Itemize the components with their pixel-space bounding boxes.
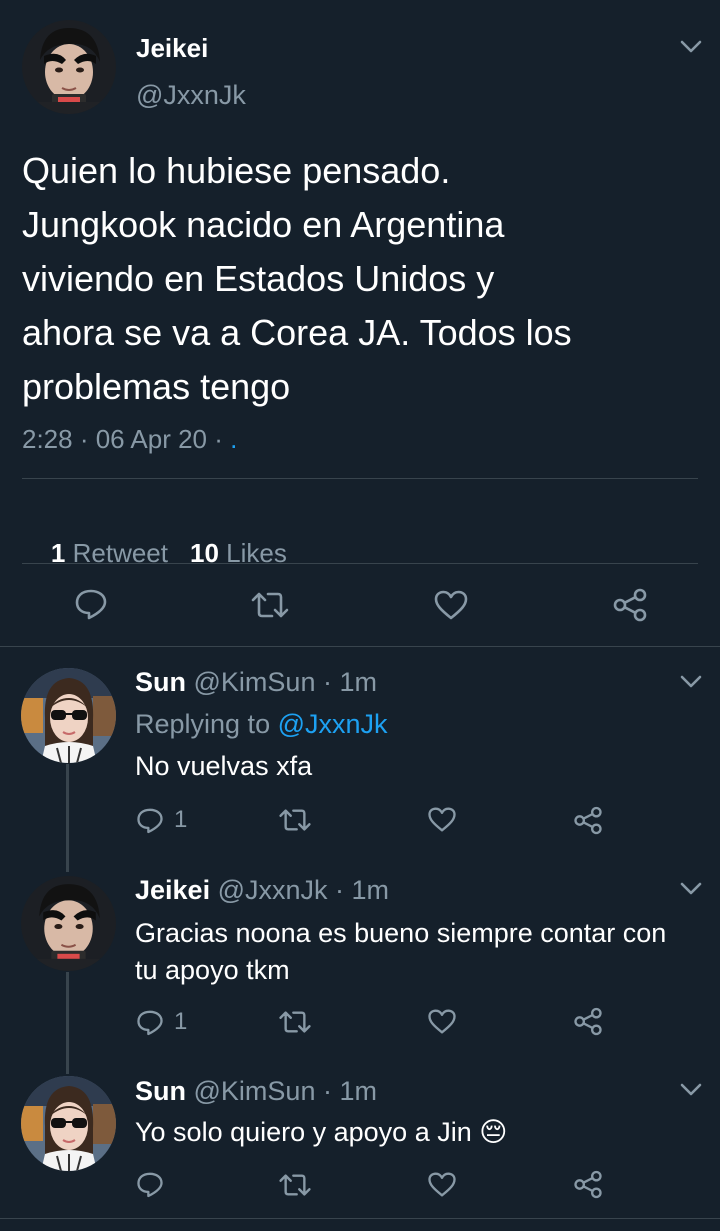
divider (0, 646, 720, 647)
reply-author-handle[interactable]: @KimSun (194, 1076, 316, 1106)
share-icon[interactable] (573, 806, 603, 835)
avatar[interactable] (21, 668, 116, 763)
divider (22, 563, 698, 564)
reply-author-name[interactable]: Jeikei (135, 875, 210, 905)
chevron-down-icon[interactable] (680, 1083, 702, 1097)
reply-text: Yo solo quiero y apoyo a Jin 😔 (135, 1117, 507, 1148)
engagement-stats: 1 Retweet 10 Likes (22, 507, 287, 600)
tweet-line: ahora se va a Corea JA. Todos los (22, 312, 572, 353)
source-link[interactable]: . (230, 424, 237, 454)
author-handle[interactable]: @JxxnJk (136, 80, 246, 111)
author-name[interactable]: Jeikei (136, 33, 208, 64)
retweet-icon[interactable] (250, 591, 290, 619)
chevron-down-icon[interactable] (680, 882, 702, 896)
reply-count: 1 (174, 806, 188, 833)
divider (22, 478, 698, 479)
reply-icon[interactable] (74, 588, 108, 620)
avatar[interactable] (21, 1076, 116, 1171)
reply-author-name[interactable]: Sun (135, 1076, 186, 1106)
like-icon[interactable] (433, 589, 469, 621)
time-text: 2:28 · 06 Apr 20 · (22, 424, 231, 454)
share-icon[interactable] (573, 1170, 603, 1199)
reply-header: Sun @KimSun · 1m (135, 667, 377, 698)
reply-time: · 1m (327, 875, 390, 905)
reply-time: · 1m (315, 667, 377, 697)
share-icon[interactable] (573, 1007, 603, 1036)
replying-label: Replying to (135, 709, 278, 739)
tweet-line: Jungkook nacido en Argentina (22, 204, 505, 245)
divider (0, 1218, 720, 1219)
thread-line (66, 764, 69, 872)
tweet-line: Quien lo hubiese pensado. (22, 150, 451, 191)
like-icon[interactable] (427, 1171, 457, 1198)
chevron-down-icon[interactable] (680, 40, 702, 54)
chevron-down-icon[interactable] (680, 675, 702, 689)
replying-handle[interactable]: @JxxnJk (278, 709, 388, 739)
tweet-text: Quien lo hubiese pensado. Jungkook nacid… (22, 144, 572, 414)
tweet-line: problemas tengo (22, 366, 291, 407)
replying-to: Replying to @JxxnJk (135, 709, 388, 740)
retweet-icon[interactable] (278, 808, 312, 832)
retweet-icon[interactable] (278, 1010, 312, 1034)
like-icon[interactable] (427, 1008, 457, 1035)
tweet-line: viviendo en Estados Unidos y (22, 258, 495, 299)
reply-text: Gracias noona es bueno siempre contar co… (135, 915, 666, 989)
reply-icon[interactable]: 1 (136, 1008, 187, 1036)
like-icon[interactable] (427, 806, 457, 833)
avatar[interactable] (21, 876, 116, 971)
thread-line (66, 972, 69, 1074)
reply-author-handle[interactable]: @KimSun (194, 667, 316, 697)
retweet-icon[interactable] (278, 1173, 312, 1197)
reply-icon[interactable]: 1 (136, 806, 187, 834)
reply-text-line: tu apoyo tkm (135, 955, 290, 985)
reply-time: · 1m (315, 1076, 377, 1106)
reply-header: Jeikei @JxxnJk · 1m (135, 875, 389, 906)
avatar[interactable] (22, 20, 116, 114)
reply-icon[interactable] (136, 1171, 164, 1198)
reply-text-line: Gracias noona es bueno siempre contar co… (135, 918, 667, 948)
reply-count: 1 (174, 1008, 188, 1035)
reply-header: Sun @KimSun · 1m (135, 1076, 377, 1107)
tweet-timestamp: 2:28 · 06 Apr 20 · . (22, 424, 237, 455)
share-icon[interactable] (612, 588, 648, 622)
pensive-face-emoji-icon: 😔 (479, 1117, 508, 1147)
reply-author-handle[interactable]: @JxxnJk (218, 875, 328, 905)
reply-text-line: Yo solo quiero y apoyo a Jin (135, 1117, 472, 1147)
reply-text: No vuelvas xfa (135, 751, 313, 781)
reply-author-name[interactable]: Sun (135, 667, 186, 697)
